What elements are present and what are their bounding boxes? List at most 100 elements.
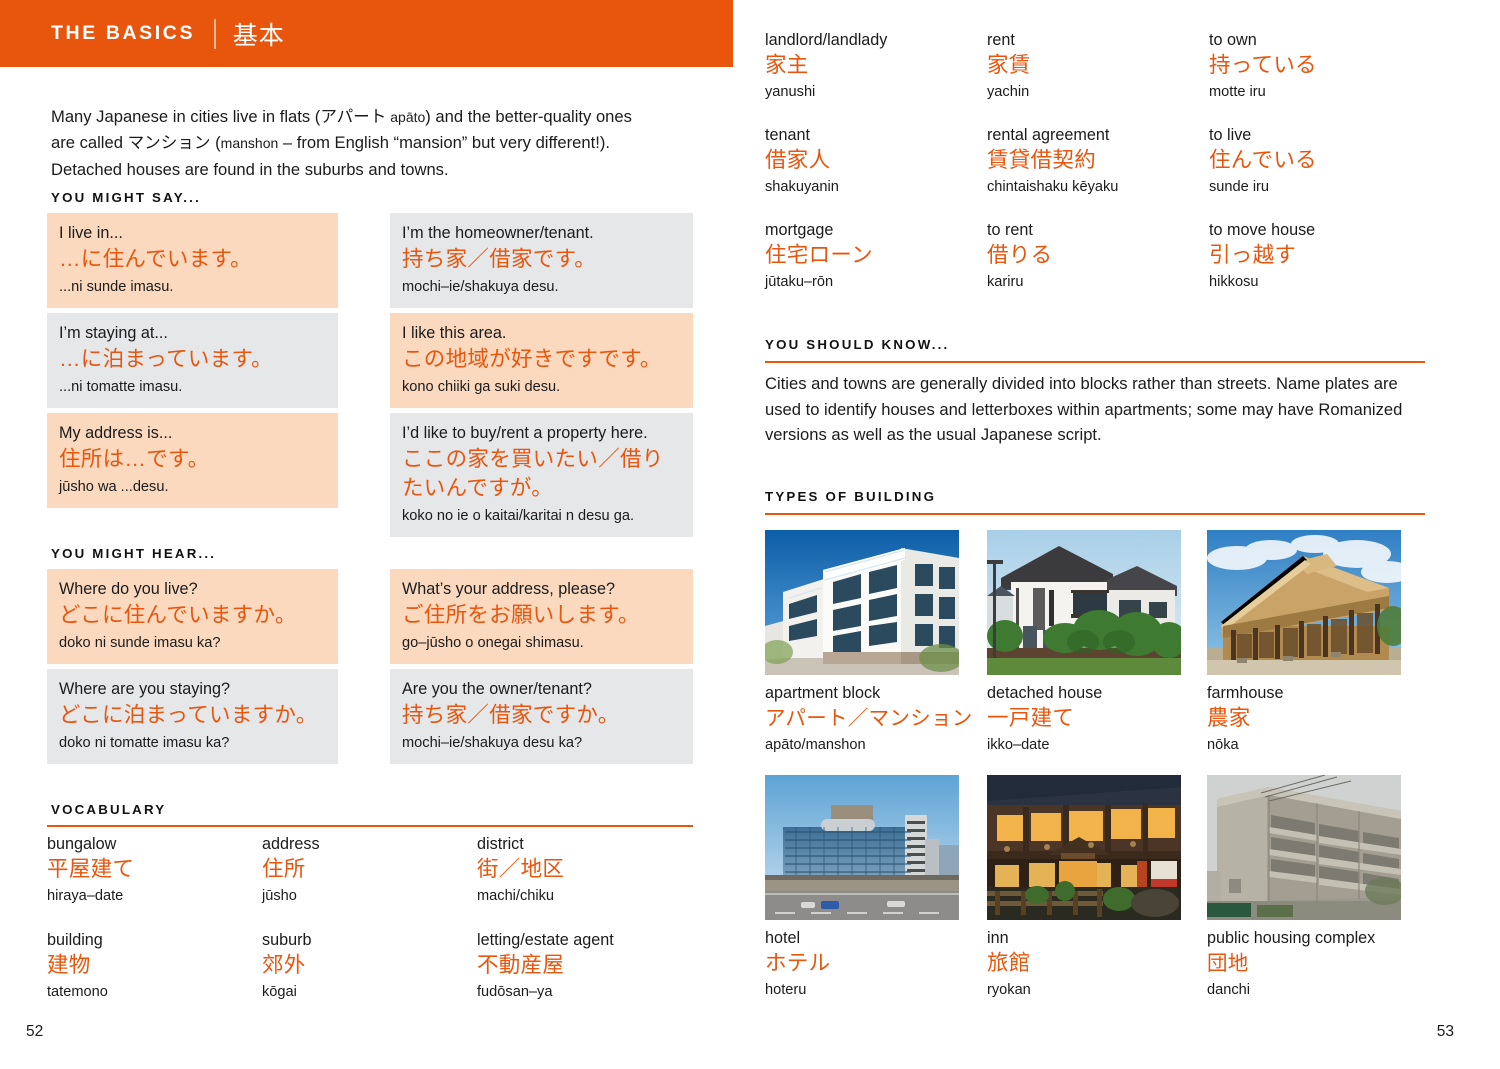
- types-of-building-heading: TYPES OF BUILDING: [765, 489, 937, 504]
- section-header-band: THE BASICS 基本: [0, 0, 733, 67]
- vocabulary-english: to live: [1209, 126, 1252, 144]
- vocabulary-japanese: 郊外: [262, 953, 306, 977]
- right-page: landlord/landlady 家主 yanushi rent 家賃 yachin to…: [752, 0, 1500, 1069]
- building-tile: public housing complex 団地 danchi: [1207, 775, 1437, 1000]
- building-romaji: hoteru: [765, 982, 807, 998]
- vocabulary-romaji: hikkosu: [1209, 274, 1259, 290]
- vocabulary-item: tenant 借家人 shakuyanin: [765, 125, 987, 197]
- phrase-box: I live in... …に住んでいます。 ...ni sunde imasu.: [47, 213, 338, 308]
- vocabulary-english: landlord/landlady: [765, 31, 888, 49]
- building-english: inn: [987, 929, 1009, 947]
- vocabulary-english: to move house: [1209, 221, 1316, 239]
- phrase-box: Are you the owner/tenant? 持ち家／借家ですか。 mochi…: [390, 669, 693, 764]
- section-title-japanese: 基本: [232, 21, 285, 50]
- phrase-box: I’m staying at... …に泊まっています。 ...ni tomatte…: [47, 313, 338, 408]
- vocabulary-item: to live 住んでいる sunde iru: [1209, 125, 1425, 197]
- phrase-japanese: 持ち家／借家です。: [402, 247, 597, 271]
- vocabulary-romaji: kariru: [987, 274, 1024, 290]
- vocabulary-japanese: 家主: [765, 53, 809, 77]
- vocabulary-item: rent 家賃 yachin: [987, 30, 1209, 102]
- phrase-english: Are you the owner/tenant?: [402, 680, 592, 698]
- building-romaji: danchi: [1207, 982, 1251, 998]
- intro-jp-2: マンション: [127, 133, 211, 153]
- vocabulary-romaji: motte iru: [1209, 84, 1266, 100]
- phrase-english: Where do you live?: [59, 580, 198, 598]
- vocabulary-english: building: [47, 931, 103, 949]
- vocabulary-item: rental agreement 賃貸借契約 chintaishaku kēyaku: [987, 125, 1209, 197]
- phrase-box: I’d like to buy/rent a property here. ここの…: [390, 413, 693, 537]
- phrase-japanese: …に泊まっています。: [59, 347, 273, 371]
- vocabulary-japanese: 借りる: [987, 243, 1053, 267]
- vocabulary-english: tenant: [765, 126, 811, 144]
- vocabulary-item: building 建物 tatemono: [47, 930, 262, 1002]
- you-might-say-heading: YOU MIGHT SAY...: [51, 190, 201, 205]
- vocabulary-item: bungalow 平屋建て hiraya–date: [47, 834, 262, 906]
- vocabulary-item: landlord/landlady 家主 yanushi: [765, 30, 987, 102]
- section-header-inner: THE BASICS 基本: [51, 0, 285, 67]
- building-english: detached house: [987, 684, 1103, 702]
- phrase-box: I like this area. この地域が好きですです。 kono chiiki…: [390, 313, 693, 408]
- building-english: apartment block: [765, 684, 881, 702]
- you-might-hear-column-right: What’s your address, please? ご住所をお願いします。 g…: [390, 569, 693, 769]
- vocabulary-japanese: 住宅ローン: [765, 243, 873, 267]
- phrase-english: What’s your address, please?: [402, 580, 615, 598]
- phrase-box: What’s your address, please? ご住所をお願いします。 g…: [390, 569, 693, 664]
- phrase-box: Where are you staying? どこに泊まっていますか。 doko n…: [47, 669, 338, 764]
- building-tile: detached house 一戸建て ikko–date: [987, 530, 1197, 755]
- vocabulary-rule: [47, 825, 693, 827]
- you-might-say-column-right: I’m the homeowner/tenant. 持ち家／借家です。 mochi–…: [390, 213, 693, 542]
- phrase-box: My address is... 住所は…です。 jūsho wa ...desu.: [47, 413, 338, 508]
- vocabulary-english: suburb: [262, 931, 312, 949]
- phrase-japanese: ここの家を買いたい／借りたいんですが。: [402, 447, 664, 500]
- phrase-box: Where do you live? どこに住んでいますか。 doko ni sun…: [47, 569, 338, 664]
- intro-jp-1: アパート: [320, 106, 387, 126]
- vocabulary-romaji: jūsho: [262, 888, 297, 904]
- vocabulary-english: rental agreement: [987, 126, 1110, 144]
- you-should-know-rule: [765, 361, 1425, 363]
- vocabulary-romaji: kōgai: [262, 984, 297, 1000]
- building-english: public housing complex: [1207, 929, 1376, 947]
- vocabulary-english: bungalow: [47, 835, 117, 853]
- vocabulary-english: mortgage: [765, 221, 834, 239]
- intro-rom-2: manshon: [220, 135, 279, 152]
- phrase-japanese: どこに住んでいますか。: [59, 603, 297, 627]
- building-romaji: ikko–date: [987, 737, 1050, 753]
- section-title: THE BASICS: [51, 22, 196, 44]
- vocabulary-japanese: 平屋建て: [47, 857, 135, 881]
- phrase-romaji: jūsho wa ...desu.: [59, 479, 169, 495]
- vocabulary-english: to own: [1209, 31, 1257, 49]
- phrase-romaji: koko no ie o kaitai/karitai n desu ga.: [402, 508, 635, 524]
- vocabulary-item: district 街／地区 machi/chiku: [477, 834, 693, 906]
- left-page: THE BASICS 基本 Many Japanese in cities li…: [0, 0, 752, 1069]
- vocabulary-romaji: yanushi: [765, 84, 816, 100]
- phrase-japanese: ご住所をお願いします。: [402, 603, 640, 627]
- right-vocabulary-grid: landlord/landlady 家主 yanushi rent 家賃 yachin to…: [765, 30, 1425, 292]
- building-romaji: apāto/manshon: [765, 737, 866, 753]
- building-english: farmhouse: [1207, 684, 1284, 702]
- building-romaji: ryokan: [987, 982, 1031, 998]
- intro-text-3: (: [210, 133, 221, 153]
- phrase-romaji: ...ni sunde imasu.: [59, 279, 174, 295]
- vocabulary-japanese: 賃貸借契約: [987, 148, 1097, 172]
- vocabulary-item: to own 持っている motte iru: [1209, 30, 1425, 102]
- phrase-romaji: ...ni tomatte imasu.: [59, 379, 183, 395]
- phrase-japanese: 持ち家／借家ですか。: [402, 703, 620, 727]
- header-divider: [214, 18, 216, 49]
- vocabulary-romaji: chintaishaku kēyaku: [987, 179, 1119, 195]
- vocabulary-romaji: shakuyanin: [765, 179, 839, 195]
- farmhouse-photo: [1207, 530, 1401, 675]
- apartment-block-photo: [765, 530, 959, 675]
- you-might-hear-column-left: Where do you live? どこに住んでいますか。 doko ni sun…: [47, 569, 338, 769]
- phrase-romaji: doko ni sunde imasu ka?: [59, 635, 221, 651]
- vocabulary-romaji: jūtaku–rōn: [765, 274, 834, 290]
- phrase-romaji: doko ni tomatte imasu ka?: [59, 735, 230, 751]
- vocabulary-japanese: 借家人: [765, 148, 831, 172]
- phrase-english: Where are you staying?: [59, 680, 230, 698]
- building-tile: inn 旅館 ryokan: [987, 775, 1197, 1000]
- hotel-photo: [765, 775, 959, 920]
- detached-house-photo: [987, 530, 1181, 675]
- phrase-english: My address is...: [59, 424, 173, 442]
- vocabulary-romaji: sunde iru: [1209, 179, 1270, 195]
- vocabulary-item: mortgage 住宅ローン jūtaku–rōn: [765, 220, 987, 292]
- vocabulary-item: suburb 郊外 kōgai: [262, 930, 477, 1002]
